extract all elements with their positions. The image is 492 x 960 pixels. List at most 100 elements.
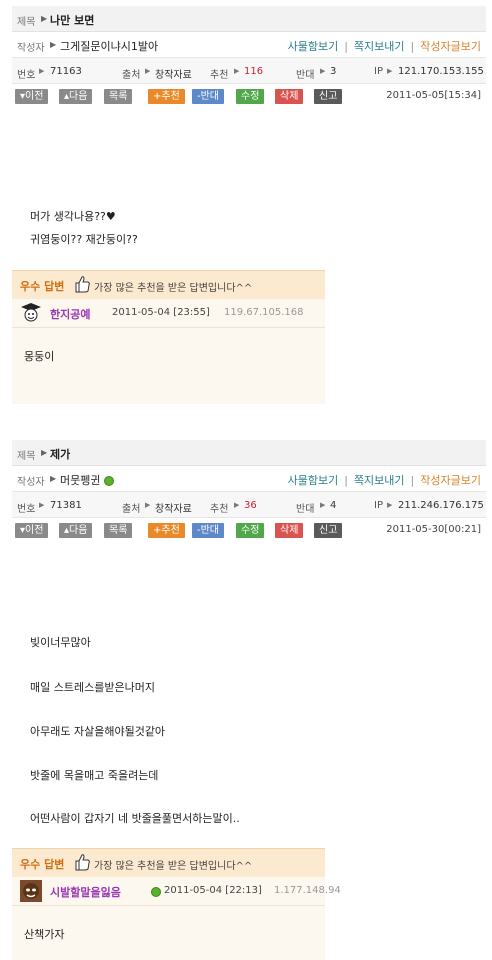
- source-value: 창작자료: [155, 70, 192, 81]
- post-title: 나만 보면: [50, 14, 95, 27]
- ip-label: IP: [374, 66, 383, 77]
- author-row: 작성자 ▶ 그게질문이냐시1발아 사물함보기 | 쪽지보내기 | 작성자글보기: [12, 32, 486, 58]
- ip-address: 211.246.176.175: [398, 500, 484, 511]
- arrow-right-icon: ▶: [320, 501, 326, 509]
- recommend-count: 36: [244, 500, 257, 511]
- title-row: 제목 ▶ 제가: [12, 440, 486, 466]
- list-button[interactable]: 목록: [104, 89, 133, 104]
- report-button[interactable]: 신고: [314, 89, 343, 104]
- online-status-icon: [151, 887, 161, 897]
- mailbox-link[interactable]: 사물함보기: [288, 474, 339, 487]
- answer-user-row: 한지공예 2011-05-04 [23:55] 119.67.105.168: [12, 299, 325, 328]
- oppose-label: 반대: [296, 70, 315, 81]
- arrow-right-icon: ▶: [39, 501, 45, 509]
- body-line: 매일 스트레스를받은나머지: [30, 681, 155, 694]
- arrow-right-icon: ▶: [145, 501, 151, 509]
- graduate-avatar-icon: [21, 303, 41, 322]
- post-date: 2011-05-05[15:34]: [386, 90, 481, 101]
- arrow-right-icon: ▶: [50, 474, 57, 483]
- answer-ip: 1.177.148.94: [274, 885, 341, 896]
- prev-button[interactable]: ▾이전: [15, 89, 49, 104]
- post-1: 제목 ▶ 나만 보면 작성자 ▶ 그게질문이냐시1발아 사물함보기 | 쪽지보내기 |…: [12, 6, 486, 110]
- ip-address: 121.170.153.155: [398, 66, 484, 77]
- arrow-right-icon: ▶: [50, 40, 57, 49]
- source-label: 출처: [122, 70, 141, 81]
- meta-row: 번호 ▶ 71381 출처 ▶ 창작자료 추천 ▶ 36 반대 ▶ 4 IP ▶…: [12, 492, 486, 518]
- arrow-right-icon: ▶: [41, 14, 48, 23]
- source-label: 출처: [122, 504, 141, 515]
- recommend-button[interactable]: +추천: [148, 89, 185, 104]
- delete-button[interactable]: 삭제: [275, 523, 304, 538]
- title-label: 제목: [17, 451, 36, 462]
- body-line: 빚이너무많아: [30, 636, 91, 649]
- best-answer-2: 우수 답변 가장 많은 추천을 받은 답변입니다^^ 시발할말을잃음 2011-…: [12, 848, 341, 960]
- oppose-count: 3: [330, 66, 337, 77]
- post-date: 2011-05-30[00:21]: [386, 524, 481, 535]
- post-number: 71381: [50, 500, 82, 511]
- send-message-link[interactable]: 쪽지보내기: [354, 40, 405, 53]
- best-answer-desc: 가장 많은 추천을 받은 답변입니다^^: [94, 861, 253, 872]
- arrow-right-icon: ▶: [145, 67, 151, 75]
- body-line: 귀염둥이?? 재간둥이??: [30, 233, 138, 246]
- body-line: 머가 생각나용??♥: [30, 210, 116, 223]
- answer-user-row: 시발할말을잃음 2011-05-04 [22:13] 1.177.148.94: [12, 877, 341, 906]
- oppose-label: 반대: [296, 504, 315, 515]
- meta-row: 번호 ▶ 71163 출처 ▶ 창작자료 추천 ▶ 116 반대 ▶ 3 IP …: [12, 58, 486, 84]
- arrow-right-icon: ▶: [234, 501, 240, 509]
- body-line: 밧줄에 목을매고 죽을려는데: [30, 769, 159, 782]
- oppose-button[interactable]: -반대: [192, 89, 225, 104]
- source-value: 창작자료: [155, 504, 192, 515]
- thumbs-up-icon: [75, 276, 90, 293]
- author-links: 사물함보기 | 쪽지보내기 | 작성자글보기: [287, 474, 481, 487]
- author-nick[interactable]: 그게질문이냐시1발아: [60, 38, 158, 54]
- answer-nick[interactable]: 시발할말을잃음: [50, 884, 121, 900]
- arrow-right-icon: ▶: [320, 67, 326, 75]
- online-status-icon: [104, 476, 115, 486]
- best-answer-header: 우수 답변 가장 많은 추천을 받은 답변입니다^^: [12, 848, 325, 877]
- post-number: 71163: [50, 66, 82, 77]
- best-answer-1: 우수 답변 가장 많은 추천을 받은 답변입니다^^ 한지공예 2011-05-…: [12, 270, 325, 404]
- author-links: 사물함보기 | 쪽지보내기 | 작성자글보기: [287, 40, 481, 53]
- face-avatar-icon: [20, 880, 42, 902]
- answer-date: 2011-05-04 [22:13]: [164, 885, 262, 896]
- author-label: 작성자: [17, 43, 45, 54]
- author-posts-link[interactable]: 작성자글보기: [420, 474, 481, 487]
- author-nick[interactable]: 머뭇펭귄: [60, 472, 115, 488]
- edit-button[interactable]: 수정: [236, 89, 265, 104]
- num-label: 번호: [17, 70, 36, 81]
- button-row: ▾이전 ▴다음 목록 +추천 -반대 수정 삭제 신고 2011-05-05[1…: [12, 84, 486, 110]
- next-button[interactable]: ▴다음: [59, 89, 93, 104]
- edit-button[interactable]: 수정: [236, 523, 265, 538]
- button-row: ▾이전 ▴다음 목록 +추천 -반대 수정 삭제 신고 2011-05-30[0…: [12, 518, 486, 544]
- best-answer-header: 우수 답변 가장 많은 추천을 받은 답변입니다^^: [12, 270, 325, 299]
- author-posts-link[interactable]: 작성자글보기: [420, 40, 481, 53]
- recommend-label: 추천: [210, 70, 229, 81]
- author-row: 작성자 ▶ 머뭇펭귄 사물함보기 | 쪽지보내기 | 작성자글보기: [12, 466, 486, 492]
- prev-button[interactable]: ▾이전: [15, 523, 49, 538]
- mailbox-link[interactable]: 사물함보기: [288, 40, 339, 53]
- arrow-right-icon: ▶: [234, 67, 240, 75]
- answer-text: 산책가자: [24, 928, 65, 941]
- send-message-link[interactable]: 쪽지보내기: [354, 474, 405, 487]
- answer-ip: 119.67.105.168: [224, 307, 304, 318]
- body-line: 어떤사람이 갑자기 네 밧줄을풀면서하는말이..: [30, 812, 240, 825]
- answer-date: 2011-05-04 [23:55]: [112, 307, 210, 318]
- title-label: 제목: [17, 17, 36, 28]
- thumbs-up-icon: [75, 854, 90, 871]
- arrow-right-icon: ▶: [39, 67, 45, 75]
- oppose-count: 4: [330, 500, 337, 511]
- answer-nick[interactable]: 한지공예: [50, 306, 90, 322]
- author-label: 작성자: [17, 477, 45, 488]
- best-answer-desc: 가장 많은 추천을 받은 답변입니다^^: [94, 283, 253, 294]
- best-answer-label: 우수 답변: [20, 280, 65, 293]
- report-button[interactable]: 신고: [314, 523, 343, 538]
- post-2: 제목 ▶ 제가 작성자 ▶ 머뭇펭귄 사물함보기 | 쪽지보내기 | 작성자글보기 번호…: [12, 440, 486, 544]
- arrow-right-icon: ▶: [41, 448, 48, 457]
- delete-button[interactable]: 삭제: [275, 89, 304, 104]
- answer-text: 몽둥이: [24, 350, 55, 363]
- recommend-count: 116: [244, 66, 264, 77]
- next-button[interactable]: ▴다음: [59, 523, 93, 538]
- list-button[interactable]: 목록: [104, 523, 133, 538]
- oppose-button[interactable]: -반대: [192, 523, 225, 538]
- recommend-button[interactable]: +추천: [148, 523, 185, 538]
